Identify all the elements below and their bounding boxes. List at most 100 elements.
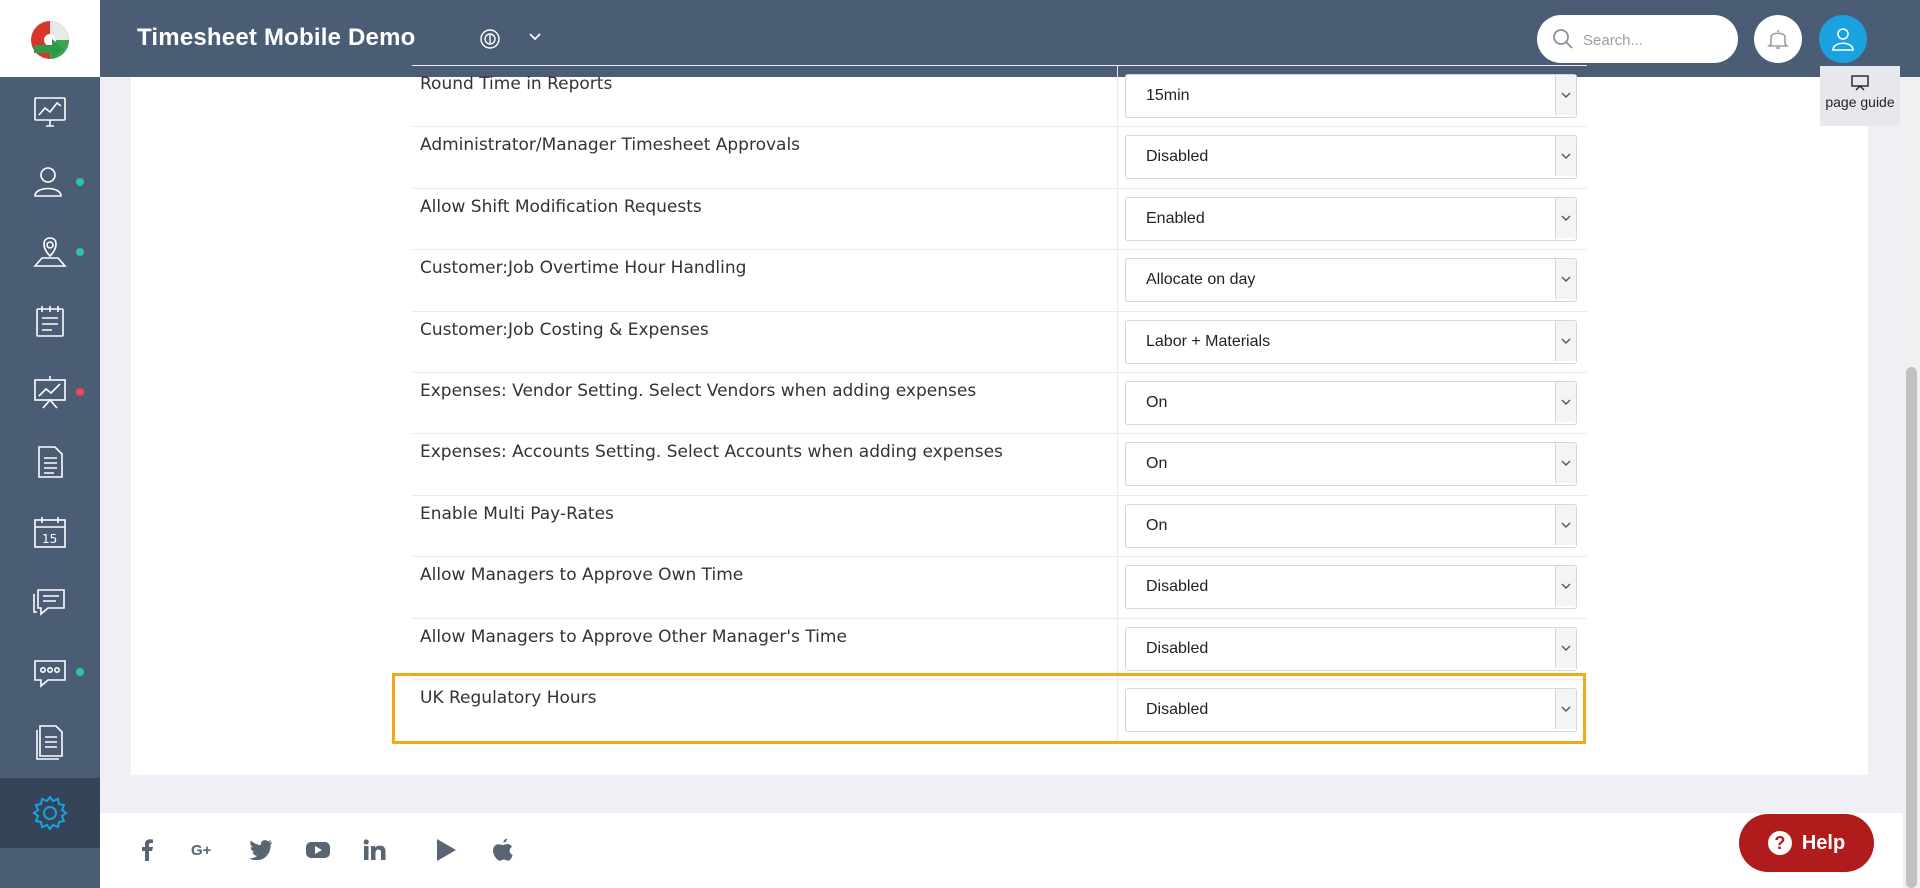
setting-select[interactable]: On: [1125, 503, 1577, 548]
setting-selected-value: On: [1146, 394, 1168, 411]
linkedin-icon: [363, 839, 386, 860]
setting-selected-value: Labor + Materials: [1146, 332, 1271, 350]
svg-text:G+: G+: [191, 842, 212, 859]
setting-label: Enable Multi Pay-Rates: [420, 503, 614, 524]
sidebar-item-settings[interactable]: [0, 778, 100, 848]
reports-status-dot: [76, 388, 84, 396]
setting-selected-value: Disabled: [1146, 578, 1209, 596]
search-icon: [1553, 29, 1573, 49]
setting-label: Customer:Job Costing & Expenses: [420, 319, 709, 340]
scrollbar-thumb[interactable]: [1906, 367, 1917, 888]
sidebar-item-reports[interactable]: [0, 360, 100, 424]
youtube-icon: [306, 842, 330, 858]
setting-select[interactable]: Disabled: [1125, 135, 1577, 180]
facebook-icon: [142, 839, 153, 861]
setting-select[interactable]: On: [1125, 442, 1577, 487]
search-box[interactable]: [1537, 15, 1738, 63]
users-icon: [34, 167, 62, 197]
app-logo[interactable]: [0, 0, 100, 77]
google-plus-link[interactable]: G+: [190, 836, 218, 864]
twitter-icon: [249, 840, 272, 860]
sidebar-item-documents[interactable]: [0, 430, 100, 494]
settings-row: Expenses: Accounts Setting. Select Accou…: [412, 433, 1587, 496]
linkedin-link[interactable]: [361, 836, 389, 864]
dashboard-icon: [34, 97, 66, 127]
twitter-link[interactable]: [247, 836, 275, 864]
sidebar-item-notes[interactable]: [0, 710, 100, 774]
google-play-link[interactable]: [432, 836, 460, 864]
column-divider: [1117, 250, 1118, 312]
chevron-down-icon[interactable]: [1555, 197, 1576, 238]
sidebar-item-timesheets[interactable]: [0, 290, 100, 354]
setting-select[interactable]: 15min: [1125, 74, 1577, 118]
chevron-down-icon[interactable]: [1555, 259, 1576, 300]
notes-icon: [36, 725, 63, 760]
settings-row: Allow Managers to Approve Own Time Disabl…: [412, 556, 1587, 619]
bell-icon: [1767, 30, 1789, 49]
setting-select[interactable]: On: [1125, 381, 1577, 425]
chevron-down-icon[interactable]: [1555, 75, 1576, 115]
setting-selected-value: Allocate on day: [1146, 271, 1256, 289]
setting-selected-value: Enabled: [1146, 209, 1205, 227]
chevron-down-icon[interactable]: [1555, 504, 1576, 545]
google-plus-icon: G+: [191, 842, 212, 859]
settings-row: Customer:Job Costing & Expenses Labor + M…: [412, 310, 1587, 373]
google-play-icon: [437, 839, 456, 861]
footer: G+: [100, 813, 1920, 888]
apple-icon: [493, 838, 513, 861]
chevron-down-icon[interactable]: [1555, 566, 1576, 607]
chevron-down-icon[interactable]: [1555, 382, 1576, 422]
column-divider: [1117, 66, 1118, 127]
setting-select[interactable]: Allocate on day: [1125, 258, 1577, 303]
help-button[interactable]: ? Help: [1739, 814, 1874, 872]
column-divider: [1117, 495, 1118, 557]
setting-select[interactable]: Labor + Materials: [1125, 319, 1577, 364]
sidebar-item-users[interactable]: [0, 150, 100, 214]
settings-row: Allow Shift Modification Requests Enabled: [412, 187, 1587, 250]
sidebar: 15: [0, 0, 100, 888]
company-switch-icon[interactable]: [478, 27, 502, 51]
column-divider: [1117, 618, 1118, 680]
sidebar-item-chat[interactable]: [0, 570, 100, 634]
map-pin-icon: [33, 237, 67, 267]
setting-label: Allow Shift Modification Requests: [420, 196, 702, 217]
settings-row: Customer:Job Overtime Hour Handling Alloc…: [412, 249, 1587, 312]
settings-row: Allow Managers to Approve Other Manager'…: [412, 617, 1587, 680]
settings-row: Round Time in Reports 15min: [412, 65, 1587, 127]
column-divider: [1117, 311, 1118, 373]
chevron-down-icon[interactable]: [1555, 136, 1576, 177]
column-divider: [1117, 188, 1118, 250]
notifications-button[interactable]: [1754, 15, 1802, 63]
setting-label: Administrator/Manager Timesheet Approval…: [420, 135, 801, 156]
sidebar-item-messages[interactable]: [0, 640, 100, 704]
setting-label: Allow Managers to Approve Other Manager'…: [420, 626, 847, 647]
reports-chart-icon: [34, 376, 66, 409]
sidebar-item-dashboard[interactable]: [0, 80, 100, 144]
search-input[interactable]: [1581, 27, 1730, 53]
users-status-dot: [76, 178, 84, 186]
chevron-down-icon[interactable]: [1555, 627, 1576, 668]
sidebar-item-calendar[interactable]: 15: [0, 500, 100, 564]
chevron-down-icon[interactable]: [1555, 320, 1576, 361]
calendar-icon: 15: [34, 517, 66, 548]
settings-gear-icon: [32, 795, 68, 831]
facebook-link[interactable]: [133, 836, 161, 864]
user-profile-button[interactable]: [1819, 15, 1867, 63]
page-scrollbar[interactable]: [1903, 77, 1920, 888]
apple-link[interactable]: [489, 836, 517, 864]
sidebar-item-locations[interactable]: [0, 220, 100, 284]
help-label: Help: [1801, 831, 1846, 854]
setting-selected-value: On: [1146, 455, 1168, 473]
setting-selected-value: Disabled: [1146, 639, 1209, 657]
youtube-link[interactable]: [304, 836, 332, 864]
page-guide-button[interactable]: page guide: [1820, 66, 1900, 126]
settings-row: Enable Multi Pay-Rates On: [412, 494, 1587, 557]
setting-select[interactable]: Disabled: [1125, 565, 1577, 610]
setting-select[interactable]: Disabled: [1125, 626, 1577, 671]
setting-selected-value: On: [1146, 516, 1168, 534]
chevron-down-icon[interactable]: [528, 30, 542, 44]
messages-icon: [34, 660, 66, 688]
setting-select[interactable]: Enabled: [1125, 196, 1577, 241]
setting-label: Allow Managers to Approve Own Time: [420, 565, 744, 586]
chevron-down-icon[interactable]: [1555, 443, 1576, 484]
